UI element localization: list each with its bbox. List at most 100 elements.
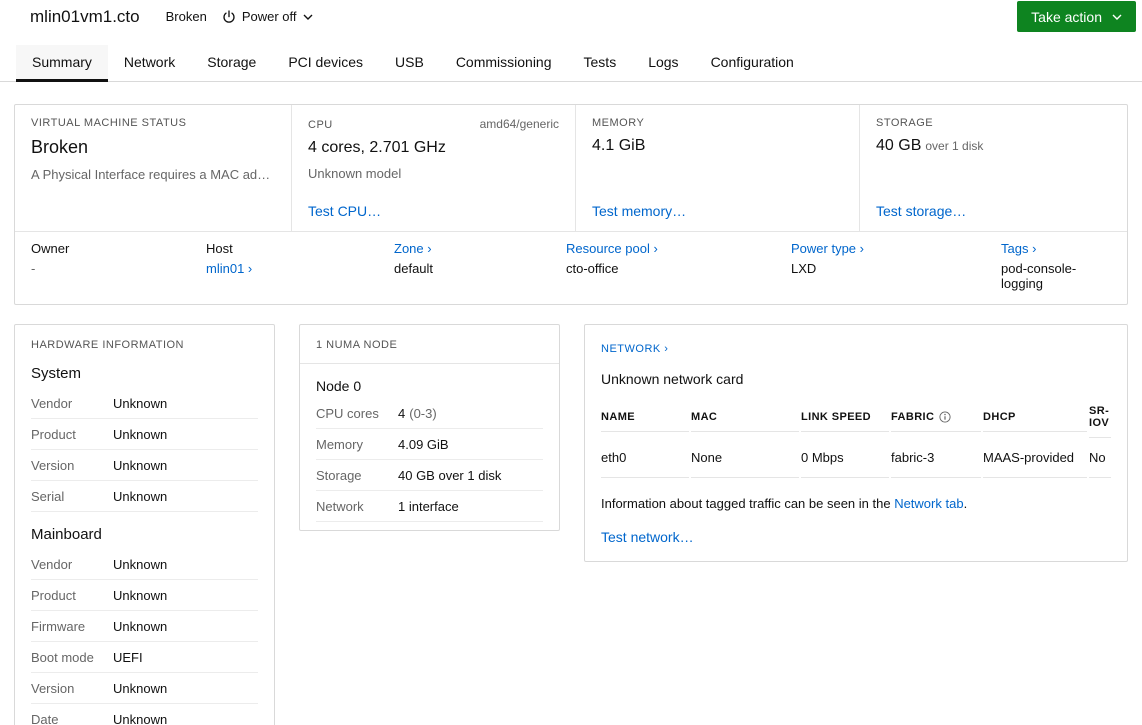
- vm-details-page: mlin01vm1.cto Broken Power off Take acti…: [0, 0, 1142, 725]
- tab-usb[interactable]: USB: [379, 45, 440, 82]
- machine-overview-card: VIRTUAL MACHINE STATUS Broken A Physical…: [14, 104, 1128, 305]
- numa-heading: 1 NUMA NODE: [316, 339, 398, 351]
- tab-network[interactable]: Network: [108, 45, 191, 82]
- hw-row-value: Unknown: [113, 489, 168, 504]
- numa-node-title: Node 0: [316, 378, 362, 394]
- hw-row-label: Vendor: [31, 396, 73, 411]
- power-menu-label: Power off: [241, 9, 297, 24]
- tab-summary[interactable]: Summary: [16, 45, 108, 82]
- host-link[interactable]: mlin01 ›: [206, 261, 394, 276]
- numa-row-value: 40 GB over 1 disk: [398, 468, 502, 483]
- tab-commissioning[interactable]: Commissioning: [440, 45, 568, 82]
- zone-link[interactable]: Zone ›: [394, 241, 566, 256]
- numa-row-label: Memory: [316, 437, 363, 452]
- tags-link[interactable]: Tags ›: [1001, 241, 1111, 256]
- cpu-value: 4 cores, 2.701 GHz: [308, 139, 446, 156]
- network-card: NETWORK › Unknown network card NAME MAC …: [584, 324, 1128, 562]
- storage-disk-count: over 1 disk: [925, 139, 984, 153]
- network-table-header: NAME MAC LINK SPEED FABRIC DHCP SR-IOV: [601, 401, 1111, 438]
- hw-row-value: Unknown: [113, 712, 168, 725]
- numa-row-value: 4: [398, 406, 406, 421]
- vm-status-section: VIRTUAL MACHINE STATUS Broken A Physical…: [15, 105, 291, 231]
- cell-sriov: No: [1089, 438, 1111, 478]
- power-type-value: LXD: [791, 261, 817, 276]
- storage-size: 40 GB: [876, 137, 922, 154]
- vm-status-value: Broken: [31, 137, 89, 157]
- test-network-link[interactable]: Test network…: [601, 529, 694, 545]
- storage-value: 40 GB over 1 disk: [876, 137, 1111, 155]
- col-mac: MAC: [691, 407, 799, 432]
- cell-name: eth0: [601, 438, 689, 478]
- hw-row-label: Date: [31, 712, 59, 725]
- tags-value: pod-console-logging: [1001, 261, 1077, 291]
- chevron-down-icon: [303, 14, 313, 20]
- hw-row-value: Unknown: [113, 588, 168, 603]
- memory-value: 4.1 GiB: [592, 137, 646, 154]
- vm-status-heading: VIRTUAL MACHINE STATUS: [31, 117, 187, 129]
- resource-pool-value: cto-office: [566, 261, 619, 276]
- hardware-heading: HARDWARE INFORMATION: [31, 339, 184, 351]
- header-status-text: Broken: [165, 9, 207, 24]
- numa-row-label: CPU cores: [316, 406, 379, 421]
- numa-row: Storage 40 GB over 1 disk: [316, 460, 543, 491]
- storage-heading: STORAGE: [876, 117, 934, 129]
- take-action-button[interactable]: Take action: [1017, 1, 1136, 32]
- col-dhcp: DHCP: [983, 407, 1087, 432]
- detail-cards-row: HARDWARE INFORMATION System Vendor Unkno…: [14, 324, 1128, 725]
- col-fabric: FABRIC: [891, 407, 981, 432]
- network-heading-link[interactable]: NETWORK ›: [601, 343, 668, 355]
- hw-row: Date Unknown: [31, 704, 258, 725]
- zone-meta: Zone › default: [394, 241, 566, 291]
- numa-row: Memory 4.09 GiB: [316, 429, 543, 460]
- hw-row-label: Boot mode: [31, 650, 94, 665]
- numa-row: CPU cores 4 (0-3): [316, 398, 543, 429]
- hw-row: Boot mode UEFI: [31, 642, 258, 673]
- hw-row-value: UEFI: [113, 650, 143, 665]
- numa-row: Network 1 interface: [316, 491, 543, 522]
- hw-row-value: Unknown: [113, 681, 168, 696]
- tab-storage[interactable]: Storage: [191, 45, 272, 82]
- owner-meta: Owner -: [31, 241, 206, 291]
- resource-pool-meta: Resource pool › cto-office: [566, 241, 791, 291]
- network-tab-link[interactable]: Network tab: [894, 496, 963, 511]
- tab-pci-devices[interactable]: PCI devices: [272, 45, 379, 82]
- col-name: NAME: [601, 407, 689, 432]
- hw-row: Vendor Unknown: [31, 549, 258, 580]
- page-header: mlin01vm1.cto Broken Power off Take acti…: [0, 0, 1142, 33]
- numa-node-card: 1 NUMA NODE Node 0 CPU cores 4 (0-3) Mem…: [299, 324, 560, 531]
- hw-row-label: Product: [31, 588, 76, 603]
- info-icon[interactable]: [939, 411, 951, 423]
- numa-row-value: 1 interface: [398, 499, 459, 514]
- power-menu-button[interactable]: Power off: [222, 9, 313, 24]
- test-memory-link[interactable]: Test memory…: [592, 203, 843, 219]
- hw-row-value: Unknown: [113, 396, 168, 411]
- machine-meta-row: Owner - Host mlin01 › Zone › default Res…: [15, 231, 1127, 304]
- hw-row: Firmware Unknown: [31, 611, 258, 642]
- cpu-model: Unknown model: [308, 166, 402, 181]
- test-storage-link[interactable]: Test storage…: [876, 203, 1111, 219]
- hw-row-label: Serial: [31, 489, 65, 504]
- tab-tests[interactable]: Tests: [568, 45, 633, 82]
- zone-value: default: [394, 261, 434, 276]
- numa-row-label: Network: [316, 499, 364, 514]
- memory-heading: MEMORY: [592, 117, 645, 129]
- main-content: VIRTUAL MACHINE STATUS Broken A Physical…: [0, 82, 1142, 725]
- hw-row-value: Unknown: [113, 619, 168, 634]
- hw-row: Version Unknown: [31, 673, 258, 704]
- power-type-link[interactable]: Power type ›: [791, 241, 1001, 256]
- mainboard-section-title: Mainboard: [31, 526, 102, 543]
- hw-row-label: Vendor: [31, 557, 73, 572]
- network-table: NAME MAC LINK SPEED FABRIC DHCP SR-IOV e…: [601, 401, 1111, 478]
- cell-link-speed: 0 Mbps: [801, 438, 889, 478]
- overview-columns: VIRTUAL MACHINE STATUS Broken A Physical…: [15, 105, 1127, 231]
- tab-configuration[interactable]: Configuration: [695, 45, 810, 82]
- power-type-meta: Power type › LXD: [791, 241, 1001, 291]
- tab-logs[interactable]: Logs: [632, 45, 694, 82]
- hw-row: Product Unknown: [31, 580, 258, 611]
- page-title: mlin01vm1.cto: [30, 6, 140, 26]
- host-meta: Host mlin01 ›: [206, 241, 394, 291]
- resource-pool-link[interactable]: Resource pool ›: [566, 241, 791, 256]
- test-cpu-link[interactable]: Test CPU…: [308, 203, 559, 219]
- tagged-traffic-info: Information about tagged traffic can be …: [601, 496, 1111, 511]
- tagged-traffic-text: Information about tagged traffic can be …: [601, 496, 895, 511]
